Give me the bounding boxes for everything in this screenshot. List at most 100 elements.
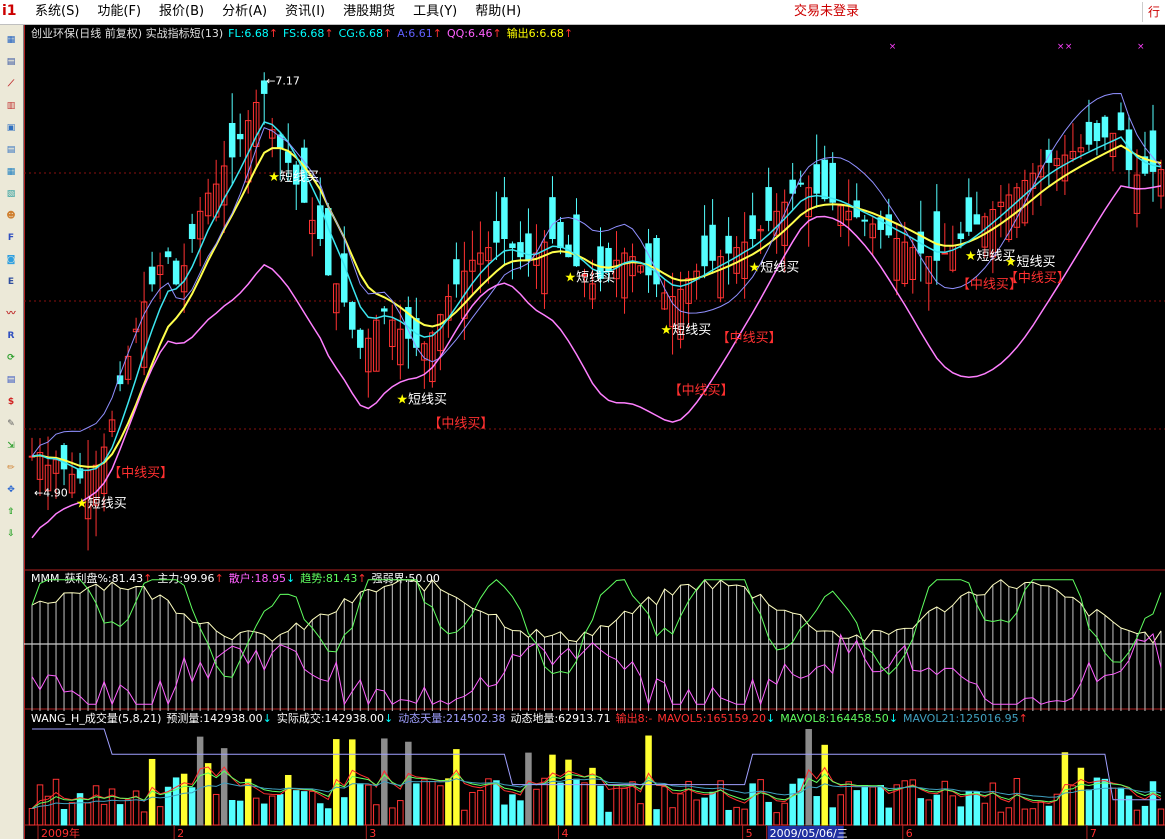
table-icon[interactable]: ▤ [2, 141, 20, 159]
kline-icon[interactable]: ▥ [2, 97, 20, 115]
volume-bar[interactable] [1053, 793, 1061, 826]
menu-item-7[interactable]: 帮助(H) [466, 0, 530, 24]
volume-bar[interactable] [365, 784, 372, 826]
volume-bar[interactable] [613, 785, 620, 826]
volume-bar[interactable] [373, 804, 380, 826]
arrow-up-icon[interactable]: ⇧ [2, 503, 20, 521]
volume-bar[interactable] [509, 794, 516, 826]
volume-bar[interactable] [765, 801, 772, 826]
volume-bar[interactable] [773, 812, 780, 826]
volume-bar[interactable] [701, 797, 708, 826]
volume-bar[interactable] [116, 804, 124, 826]
volume-bar[interactable] [469, 791, 476, 826]
volume-bar[interactable] [284, 774, 292, 826]
volume-bar[interactable] [1093, 777, 1101, 826]
candle-body[interactable] [957, 233, 965, 240]
volume-bar[interactable] [933, 794, 941, 826]
candle-body[interactable] [236, 133, 244, 140]
candle-body[interactable] [573, 214, 580, 267]
volume-bar[interactable] [597, 785, 604, 826]
candle-body[interactable] [821, 159, 828, 200]
volume-bar[interactable] [589, 767, 596, 826]
volume-bar[interactable] [861, 785, 868, 826]
volume-bar[interactable] [1045, 805, 1053, 826]
chart-area[interactable]: 创业环保(日线 前复权) 实战指标短(13) FL:6.68↑ FS:6.68↑ CG… [24, 25, 1165, 839]
f10-icon[interactable]: F [2, 229, 20, 247]
users-icon[interactable]: ☻ [2, 207, 20, 225]
menu-item-0[interactable]: 系统(S) [26, 0, 88, 24]
volume-bar[interactable] [52, 778, 60, 826]
volume-bar[interactable] [413, 783, 420, 826]
right-tab-button[interactable]: 行 [1142, 2, 1165, 22]
volume-bar[interactable] [108, 788, 116, 826]
volume-bar[interactable] [877, 785, 885, 826]
volume-bar[interactable] [573, 778, 580, 826]
volume-bar[interactable] [1157, 808, 1165, 826]
menu-item-4[interactable]: 资讯(I) [276, 0, 334, 24]
candle-body[interactable] [549, 197, 556, 240]
candle-body[interactable] [701, 235, 708, 267]
volume-bar[interactable] [308, 790, 316, 826]
volume-bar[interactable] [541, 777, 548, 826]
volume-bar[interactable] [389, 807, 396, 826]
volume-bar[interactable] [965, 791, 973, 826]
volume-bar[interactable] [1021, 808, 1029, 826]
volume-bar[interactable] [997, 811, 1005, 826]
report-icon[interactable]: ▦ [2, 31, 20, 49]
candle-body[interactable] [228, 122, 236, 158]
volume-bar[interactable] [220, 748, 228, 826]
candle-body[interactable] [965, 197, 973, 232]
volume-bar[interactable] [917, 798, 925, 826]
volume-bar[interactable] [629, 781, 636, 826]
candle-body[interactable] [1117, 112, 1125, 131]
eit-icon[interactable]: E [2, 273, 20, 291]
menu-item-3[interactable]: 分析(A) [213, 0, 276, 24]
arrow-down-icon[interactable]: ⇩ [2, 525, 20, 543]
volume-bar[interactable] [292, 790, 300, 826]
candle-body[interactable] [829, 162, 836, 203]
quote-list-icon[interactable]: ▤ [2, 53, 20, 71]
candle-body[interactable] [765, 187, 772, 221]
menu-item-5[interactable]: 港股期货 [334, 0, 404, 24]
volume-bar[interactable] [557, 782, 564, 826]
candle-body[interactable] [557, 221, 564, 249]
volume-bar[interactable] [357, 783, 364, 826]
volume-bar[interactable] [1141, 805, 1149, 826]
candle-body[interactable] [501, 197, 508, 240]
volume-bar[interactable] [661, 786, 668, 826]
candle-body[interactable] [797, 182, 804, 185]
menu-item-1[interactable]: 功能(F) [88, 0, 150, 24]
move-icon[interactable]: ✥ [2, 481, 20, 499]
volume-bar[interactable] [1029, 808, 1037, 826]
candle-body[interactable] [349, 302, 356, 330]
tools-icon[interactable]: ✎ [2, 415, 20, 433]
volume-bar[interactable] [1013, 778, 1021, 826]
volume-bar[interactable] [757, 779, 764, 826]
volume-bar[interactable] [180, 773, 188, 826]
volume-bar[interactable] [501, 804, 508, 826]
candle-body[interactable] [164, 251, 172, 258]
volume-bar[interactable] [885, 807, 893, 826]
volume-bar[interactable] [605, 811, 612, 826]
volume-bar[interactable] [397, 800, 404, 826]
volume-bar[interactable] [973, 791, 981, 826]
volume-bar[interactable] [749, 783, 756, 826]
candle-body[interactable] [1093, 123, 1101, 142]
volume-bar[interactable] [429, 780, 436, 826]
volume-bar[interactable] [437, 785, 444, 826]
volume-bar[interactable] [677, 793, 684, 826]
volume-bar[interactable] [268, 795, 276, 826]
candle-body[interactable] [725, 235, 732, 254]
volume-bar[interactable] [1037, 801, 1045, 826]
volume-bar[interactable] [333, 739, 340, 826]
volume-bar[interactable] [1101, 778, 1109, 826]
candle-body[interactable] [1101, 116, 1109, 138]
chart-icon[interactable]: ▧ [2, 185, 20, 203]
pencil-icon[interactable]: ✏ [2, 459, 20, 477]
menu-item-6[interactable]: 工具(Y) [404, 0, 466, 24]
volume-bar[interactable] [517, 800, 524, 826]
volume-bar[interactable] [581, 782, 588, 826]
volume-bar[interactable] [1109, 787, 1117, 826]
volume-bar[interactable] [653, 809, 660, 826]
candle-body[interactable] [861, 219, 868, 222]
